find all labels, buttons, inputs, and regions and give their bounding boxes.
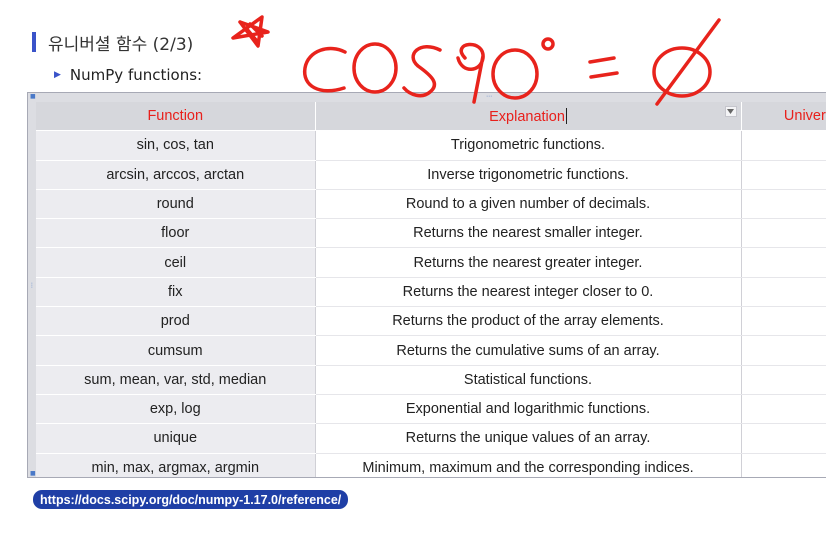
cell-explanation[interactable]: Statistical functions.	[315, 365, 742, 395]
cell-function[interactable]: prod	[36, 306, 316, 337]
functions-table: Function Explanation Univers sin, cos, t…	[36, 102, 826, 477]
title-accent-bar	[32, 32, 36, 52]
ink-digit-0	[491, 48, 539, 100]
cell-explanation[interactable]: Trigonometric functions.	[315, 130, 742, 161]
cell-universal[interactable]	[741, 277, 826, 308]
resize-handle-icon[interactable]: ⋮	[29, 283, 35, 289]
resize-handle-icon[interactable]: ■	[30, 94, 36, 100]
table-row: sin, cos, tan Trigonometric functions.	[36, 130, 826, 161]
table-row: arcsin, arccos, arctan Inverse trigonomet…	[36, 160, 826, 190]
ink-degree	[541, 37, 555, 51]
cell-universal[interactable]	[741, 160, 826, 190]
cell-function[interactable]: min, max, argmax, argmin	[36, 453, 316, 477]
cell-function[interactable]: sum, mean, var, std, median	[36, 365, 316, 395]
cell-function[interactable]: round	[36, 189, 316, 220]
cell-explanation[interactable]: Round to a given number of decimals.	[315, 189, 742, 220]
table-row: sum, mean, var, std, median Statistical f…	[36, 365, 826, 395]
slide-title: 유니버셜 함수 (2/3)	[32, 30, 194, 55]
cell-explanation[interactable]: Returns the nearest smaller integer.	[315, 218, 742, 249]
cell-explanation[interactable]: Exponential and logarithmic functions.	[315, 394, 742, 425]
header-universal[interactable]: Univers	[741, 102, 826, 132]
table-row: exp, log Exponential and logarithmic func…	[36, 394, 826, 425]
star-doodle-icon	[231, 15, 270, 48]
ink-letter-c	[303, 46, 347, 93]
table-row: fix Returns the nearest integer closer to…	[36, 277, 826, 308]
ink-letter-s	[402, 44, 442, 98]
table-row: floor Returns the nearest smaller integer…	[36, 218, 826, 249]
cell-function[interactable]: unique	[36, 423, 316, 454]
ink-equals	[588, 56, 619, 79]
cell-explanation[interactable]: Returns the product of the array element…	[315, 306, 742, 337]
ink-letter-o	[352, 42, 398, 94]
bullet-text: NumPy functions:	[69, 66, 203, 84]
cell-universal[interactable]	[741, 130, 826, 161]
table-frame[interactable]: ■ ⋯ ⋮ ⋯ ■ Function Explanation Univers s…	[27, 92, 826, 478]
cell-function[interactable]: exp, log	[36, 394, 316, 425]
cell-universal[interactable]	[741, 306, 826, 337]
resize-handle-icon[interactable]: ⋯	[486, 94, 492, 100]
cell-function[interactable]: floor	[36, 218, 316, 249]
table-row: round Round to a given number of decimals…	[36, 189, 826, 220]
cell-universal[interactable]	[741, 394, 826, 425]
table-row: unique Returns the unique values of an ar…	[36, 423, 826, 454]
cell-universal[interactable]	[741, 218, 826, 249]
header-function[interactable]: Function	[36, 102, 316, 132]
slide-title-text: 유니버셜 함수 (2/3)	[48, 34, 194, 55]
table-row: cumsum Returns the cumulative sums of an …	[36, 335, 826, 366]
cell-function[interactable]: ceil	[36, 247, 316, 278]
cell-universal[interactable]	[741, 247, 826, 278]
cell-explanation[interactable]: Minimum, maximum and the corresponding i…	[315, 453, 742, 477]
cell-universal[interactable]	[741, 453, 826, 477]
ink-empty-set-circle	[652, 46, 712, 98]
cell-function[interactable]: cumsum	[36, 335, 316, 366]
chevron-down-icon[interactable]	[724, 106, 737, 117]
bullet-item: ▶ NumPy functions:	[54, 66, 202, 84]
table-row: min, max, argmax, argmin Minimum, maximum…	[36, 453, 826, 477]
cell-function[interactable]: fix	[36, 277, 316, 308]
bullet-triangle-icon: ▶	[54, 70, 61, 80]
cell-function[interactable]: arcsin, arccos, arctan	[36, 160, 316, 190]
reference-link[interactable]: https://docs.scipy.org/doc/numpy-1.17.0/…	[33, 490, 349, 509]
table-row: ceil Returns the nearest greater integer.	[36, 247, 826, 278]
cell-explanation[interactable]: Inverse trigonometric functions.	[315, 160, 742, 190]
cell-explanation[interactable]: Returns the cumulative sums of an array.	[315, 335, 742, 366]
cell-universal[interactable]	[741, 423, 826, 454]
table-header-row: Function Explanation Univers	[36, 102, 826, 132]
cell-universal[interactable]	[741, 189, 826, 220]
cell-universal[interactable]	[741, 365, 826, 395]
cell-explanation[interactable]: Returns the unique values of an array.	[315, 423, 742, 454]
cell-function[interactable]: sin, cos, tan	[36, 130, 316, 161]
cell-explanation[interactable]: Returns the nearest greater integer.	[315, 247, 742, 278]
cell-explanation[interactable]: Returns the nearest integer closer to 0.	[315, 277, 742, 308]
table-body: sin, cos, tan Trigonometric functions. arc…	[36, 130, 826, 477]
header-explanation[interactable]: Explanation	[315, 102, 742, 132]
cell-universal[interactable]	[741, 335, 826, 366]
table-row: prod Returns the product of the array ele…	[36, 306, 826, 337]
text-caret	[565, 107, 567, 124]
header-explanation-label: Explanation	[489, 108, 565, 125]
